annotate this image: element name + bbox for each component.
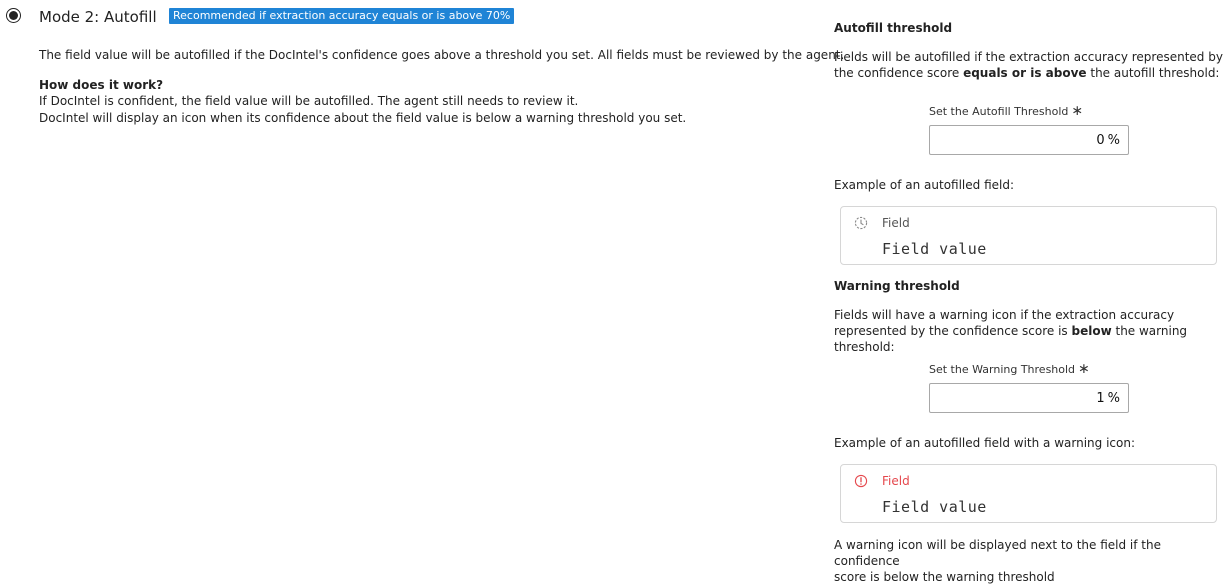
autofill-threshold-label: Set the Autofill Threshold ∗ [929, 103, 1083, 119]
warning-threshold-input[interactable]: 1% [929, 383, 1129, 413]
autofill-desc-text-end: the autofill threshold: [1086, 66, 1220, 80]
autofill-threshold-description: Fields will be autofilled if the extract… [834, 49, 1226, 81]
warning-footnote-line-1: A warning icon will be displayed next to… [834, 538, 1161, 568]
autofill-desc-emphasis: equals or is above [963, 66, 1087, 80]
how-it-works-heading: How does it work? [39, 78, 164, 92]
how-it-works-line-2: DocIntel will display an icon when its c… [39, 111, 687, 125]
autofill-threshold-value: 0 [1096, 132, 1105, 148]
warning-threshold-unit: % [1107, 390, 1120, 406]
warning-desc-line-2: represented by the confidence score is b… [834, 323, 1226, 355]
warning-desc-emphasis: below [1071, 324, 1112, 338]
mode-radio-button[interactable] [6, 8, 21, 23]
autofill-threshold-input[interactable]: 0% [929, 125, 1129, 155]
autofill-threshold-heading: Autofill threshold [834, 21, 953, 35]
warning-footnote-line-2: score is below the warning threshold [834, 570, 1055, 584]
example-field-label: Field [882, 216, 910, 230]
warning-threshold-heading: Warning threshold [834, 279, 960, 293]
warning-threshold-label-text: Set the Warning Threshold [929, 363, 1076, 376]
autofill-clock-icon [854, 216, 868, 230]
required-asterisk-icon: ∗ [1078, 361, 1090, 377]
autofill-example-title: Example of an autofilled field: [834, 178, 1015, 192]
example-field-label: Field [882, 474, 910, 488]
radio-selected-dot [9, 11, 18, 20]
warning-example-field: Field Field value [840, 464, 1217, 523]
required-asterisk-icon: ∗ [1071, 103, 1084, 119]
example-field-value: Field value [882, 240, 987, 258]
warning-desc-text: represented by the confidence score is [834, 324, 1072, 338]
warning-threshold-description: Fields will have a warning icon if the e… [834, 307, 1226, 355]
autofill-threshold-unit: % [1107, 132, 1120, 148]
example-field-value: Field value [882, 498, 987, 516]
warning-desc-line-1: Fields will have a warning icon if the e… [834, 308, 1175, 322]
warning-example-title: Example of an autofilled field with a wa… [834, 436, 1136, 450]
mode-title: Mode 2: Autofill [39, 8, 157, 26]
recommendation-badge: Recommended if extraction accuracy equal… [169, 8, 515, 24]
autofill-example-field: Field Field value [840, 206, 1217, 265]
warning-threshold-value: 1 [1096, 390, 1105, 406]
warning-footnote: A warning icon will be displayed next to… [834, 537, 1226, 585]
autofill-threshold-label-text: Set the Autofill Threshold [929, 105, 1069, 118]
warning-threshold-label: Set the Warning Threshold ∗ [929, 361, 1090, 377]
mode-description: The field value will be autofilled if th… [39, 48, 845, 62]
how-it-works-line-1: If DocIntel is confident, the field valu… [39, 94, 579, 108]
warning-circle-icon [854, 474, 868, 488]
